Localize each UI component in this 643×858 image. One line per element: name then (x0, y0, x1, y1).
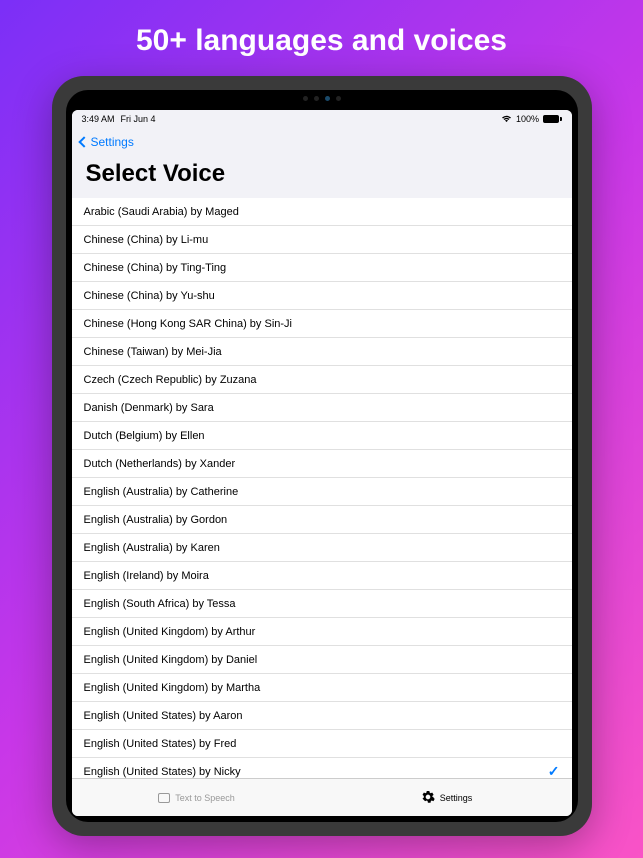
screen: 3:49 AM Fri Jun 4 100% Settings (72, 110, 572, 816)
tablet-bezel: 3:49 AM Fri Jun 4 100% Settings (66, 90, 578, 822)
status-time: 3:49 AM (82, 114, 115, 124)
tab-text-to-speech[interactable]: Text to Speech (72, 779, 322, 816)
chevron-left-icon (78, 136, 89, 147)
voice-row[interactable]: English (South Africa) by Tessa (72, 590, 572, 618)
voice-row[interactable]: English (United States) by Aaron (72, 702, 572, 730)
page-title: Select Voice (86, 160, 558, 188)
voice-row[interactable]: Arabic (Saudi Arabia) by Maged (72, 198, 572, 226)
status-bar: 3:49 AM Fri Jun 4 100% (72, 110, 572, 128)
voice-label: Chinese (China) by Li-mu (84, 234, 209, 246)
voice-label: Arabic (Saudi Arabia) by Maged (84, 206, 239, 218)
voice-label: Danish (Denmark) by Sara (84, 402, 214, 414)
voice-label: English (United Kingdom) by Arthur (84, 626, 256, 638)
nav-bar: Settings (72, 128, 572, 156)
voice-row[interactable]: English (Australia) by Gordon (72, 506, 572, 534)
voice-row[interactable]: English (United States) by Fred (72, 730, 572, 758)
tab-bar: Text to Speech Settings (72, 778, 572, 816)
page-header: Select Voice (72, 156, 572, 198)
voice-label: English (Australia) by Karen (84, 542, 220, 554)
voice-row[interactable]: Chinese (China) by Li-mu (72, 226, 572, 254)
tab-settings[interactable]: Settings (322, 779, 572, 816)
tab-settings-label: Settings (440, 793, 473, 803)
voice-label: English (United Kingdom) by Martha (84, 682, 261, 694)
voice-row[interactable]: Czech (Czech Republic) by Zuzana (72, 366, 572, 394)
back-label: Settings (91, 135, 134, 149)
voice-label: Dutch (Netherlands) by Xander (84, 458, 236, 470)
tab-tts-label: Text to Speech (175, 793, 235, 803)
voice-label: English (United Kingdom) by Daniel (84, 654, 258, 666)
voice-row[interactable]: English (United Kingdom) by Arthur (72, 618, 572, 646)
voice-label: Chinese (China) by Ting-Ting (84, 262, 227, 274)
voice-label: English (United States) by Nicky (84, 766, 241, 778)
voice-row[interactable]: Chinese (China) by Ting-Ting (72, 254, 572, 282)
checkmark-icon: ✓ (548, 763, 560, 778)
voice-list[interactable]: Arabic (Saudi Arabia) by Maged Chinese (C… (72, 198, 572, 778)
voice-label: English (United States) by Fred (84, 738, 237, 750)
battery-percent: 100% (516, 114, 539, 124)
voice-label: English (South Africa) by Tessa (84, 598, 236, 610)
text-to-speech-icon (158, 793, 170, 803)
tablet-frame: 3:49 AM Fri Jun 4 100% Settings (52, 76, 592, 836)
voice-row[interactable]: Chinese (China) by Yu-shu (72, 282, 572, 310)
voice-row[interactable]: Dutch (Belgium) by Ellen (72, 422, 572, 450)
promo-title: 50+ languages and voices (136, 24, 507, 58)
voice-label: Czech (Czech Republic) by Zuzana (84, 374, 257, 386)
voice-label: Chinese (Taiwan) by Mei-Jia (84, 346, 222, 358)
back-button[interactable]: Settings (80, 135, 134, 149)
voice-row[interactable]: English (United States) by Nicky ✓ (72, 758, 572, 778)
voice-label: English (United States) by Aaron (84, 710, 243, 722)
voice-label: Chinese (Hong Kong SAR China) by Sin-Ji (84, 318, 293, 330)
battery-icon (543, 115, 562, 123)
voice-label: Dutch (Belgium) by Ellen (84, 430, 205, 442)
voice-row[interactable]: English (Ireland) by Moira (72, 562, 572, 590)
voice-label: English (Australia) by Gordon (84, 514, 228, 526)
camera-bar (303, 96, 341, 101)
voice-label: Chinese (China) by Yu-shu (84, 290, 215, 302)
voice-row[interactable]: English (Australia) by Karen (72, 534, 572, 562)
gear-icon (421, 790, 435, 806)
voice-row[interactable]: Dutch (Netherlands) by Xander (72, 450, 572, 478)
voice-label: English (Ireland) by Moira (84, 570, 209, 582)
wifi-icon (501, 115, 512, 123)
voice-row[interactable]: English (United Kingdom) by Daniel (72, 646, 572, 674)
voice-row[interactable]: Chinese (Taiwan) by Mei-Jia (72, 338, 572, 366)
status-date: Fri Jun 4 (121, 114, 156, 124)
voice-row[interactable]: English (United Kingdom) by Martha (72, 674, 572, 702)
voice-row[interactable]: Danish (Denmark) by Sara (72, 394, 572, 422)
voice-row[interactable]: Chinese (Hong Kong SAR China) by Sin-Ji (72, 310, 572, 338)
voice-row[interactable]: English (Australia) by Catherine (72, 478, 572, 506)
voice-label: English (Australia) by Catherine (84, 486, 239, 498)
